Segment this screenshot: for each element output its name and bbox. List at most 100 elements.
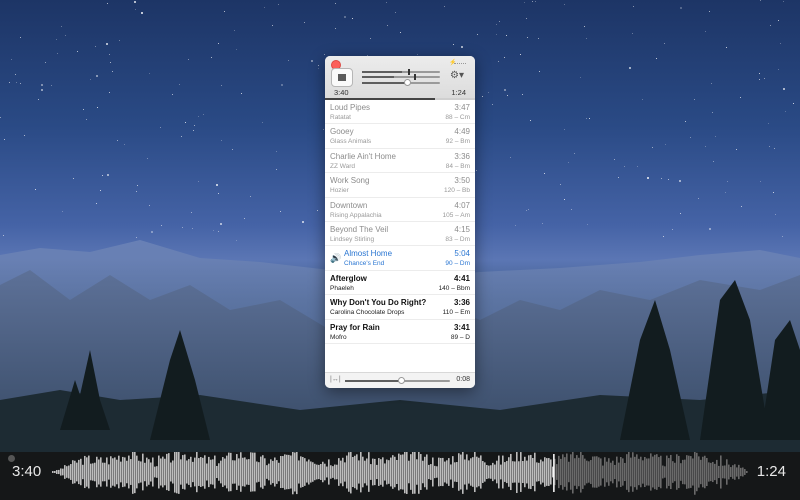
track-title: Afterglow xyxy=(330,273,367,283)
stop-button[interactable] xyxy=(331,68,353,87)
waveform-sample xyxy=(690,456,692,488)
waveform-sample xyxy=(548,458,550,486)
waveform-sample xyxy=(196,452,198,493)
waveform-sample xyxy=(430,464,432,480)
waveform-sample xyxy=(660,455,662,489)
waveform-sample xyxy=(698,456,700,488)
waveform-sample xyxy=(592,456,594,488)
waveform-sample xyxy=(170,462,172,482)
waveform-sample xyxy=(382,457,384,487)
playlist-row[interactable]: Gooey Glass Animals 4:49 92 – Bm xyxy=(325,124,475,149)
waveform-sample xyxy=(724,465,726,479)
eq-slider-2[interactable] xyxy=(362,74,440,80)
waveform-sample xyxy=(378,458,380,486)
waveform-sample xyxy=(590,460,592,484)
waveform-sample xyxy=(402,454,404,490)
waveform-sample xyxy=(692,458,694,486)
track-title: Beyond The Veil xyxy=(330,224,389,234)
waveform-sample xyxy=(266,465,268,479)
waveform-sample xyxy=(290,455,292,489)
waveform-sample xyxy=(722,465,724,479)
crossfade-slider[interactable] xyxy=(345,377,450,384)
playlist-row[interactable]: Loud Pipes Ratatat 3:47 88 – Cm xyxy=(325,100,475,125)
track-key: 83 – Dm xyxy=(445,235,470,243)
waveform-sample xyxy=(242,457,244,487)
remaining-time: 1:24 xyxy=(451,88,466,97)
waveform-sample xyxy=(222,457,224,487)
waveform-sample xyxy=(410,454,412,490)
waveform-sample xyxy=(244,457,246,487)
waveform-sample xyxy=(640,456,642,488)
waveform-sample xyxy=(246,459,248,485)
gear-icon[interactable]: ⚙▾ xyxy=(450,70,464,81)
waveform-sample xyxy=(488,465,490,479)
waveform-sample xyxy=(346,455,348,489)
waveform-sample xyxy=(720,455,722,489)
waveform-sample xyxy=(540,459,542,485)
waveform-sample xyxy=(682,459,684,485)
waveform-sample xyxy=(518,461,520,483)
waveform-sample xyxy=(630,457,632,487)
waveform-sample xyxy=(670,454,672,490)
waveform-sample xyxy=(56,469,58,475)
waveform-sample xyxy=(702,456,704,488)
playlist-row[interactable]: Work Song Hozier 3:50 120 – Bb xyxy=(325,173,475,198)
fit-width-icon[interactable]: |↔| xyxy=(330,376,341,383)
waveform-sample xyxy=(258,462,260,482)
waveform-sample xyxy=(398,453,400,491)
track-artist: Mofro xyxy=(330,333,347,341)
waveform-sample xyxy=(86,457,88,487)
waveform-sample xyxy=(118,455,120,489)
waveform-sample xyxy=(582,455,584,489)
playlist-row[interactable]: Downtown Rising Appalachia 4:07 105 – Am xyxy=(325,198,475,222)
waveform-sample xyxy=(464,459,466,485)
playlist-row[interactable]: Beyond The Veil Lindsey Stirling 4:15 83 – … xyxy=(325,222,475,247)
track-title: Downtown xyxy=(330,200,368,210)
waveform-sample xyxy=(80,458,82,486)
waveform-sample xyxy=(92,463,94,481)
waveform-sample xyxy=(634,456,636,488)
eq-slider-1[interactable] xyxy=(362,69,440,75)
playlist-row[interactable]: Why Don't You Do Right? Carolina Chocolat… xyxy=(325,295,475,320)
track-key: 105 – Am xyxy=(442,211,470,219)
track-title: Almost Home xyxy=(344,249,393,259)
waveform-sample xyxy=(604,457,606,487)
waveform-sample xyxy=(270,459,272,485)
waveform-sample xyxy=(662,465,664,479)
waveform-sample xyxy=(268,463,270,481)
waveform-sample xyxy=(666,455,668,489)
track-artist: Chance's End xyxy=(344,260,385,268)
waveform-sample xyxy=(578,457,580,487)
waveform-sample xyxy=(380,459,382,485)
waveform-sample xyxy=(320,464,322,480)
waveform-sample xyxy=(646,458,648,486)
waveform-sample xyxy=(522,460,524,484)
playhead[interactable] xyxy=(553,454,555,492)
waveform-sample xyxy=(550,459,552,485)
waveform-sample xyxy=(586,460,588,484)
track-duration: 3:36 xyxy=(454,151,470,161)
waveform-sample xyxy=(538,462,540,482)
playlist-row[interactable]: Pray for Rain Mofro 3:41 89 – D xyxy=(325,320,475,344)
waveform-sample xyxy=(176,452,178,494)
waveform-sample xyxy=(298,460,300,484)
waveform-sample xyxy=(330,465,332,479)
waveform-sample xyxy=(696,452,698,492)
waveform-sample xyxy=(388,460,390,484)
waveform-sample xyxy=(542,461,544,483)
waveform-sample xyxy=(174,452,176,493)
waveform[interactable] xyxy=(0,452,800,500)
waveform-sample xyxy=(466,454,468,490)
waveform-sample xyxy=(172,460,174,484)
waveform-sample xyxy=(260,456,262,488)
playlist-row[interactable]: Afterglow Phaeleh 4:41 140 – Bbm xyxy=(325,271,475,296)
playlist-row[interactable]: 🔊 Almost Home Chance's End 5:04 90 – Dm xyxy=(325,246,475,271)
track-title: Why Don't You Do Right? xyxy=(330,298,427,308)
waveform-sample xyxy=(372,458,374,486)
volume-slider[interactable] xyxy=(362,79,440,86)
playlist-row[interactable]: Charlie Ain't Home ZZ Ward 3:36 84 – Bm xyxy=(325,149,475,174)
waveform-sample xyxy=(512,461,514,483)
track-duration: 3:47 xyxy=(454,103,470,112)
track-duration: 4:07 xyxy=(454,200,470,210)
waveform-sample xyxy=(88,455,90,489)
